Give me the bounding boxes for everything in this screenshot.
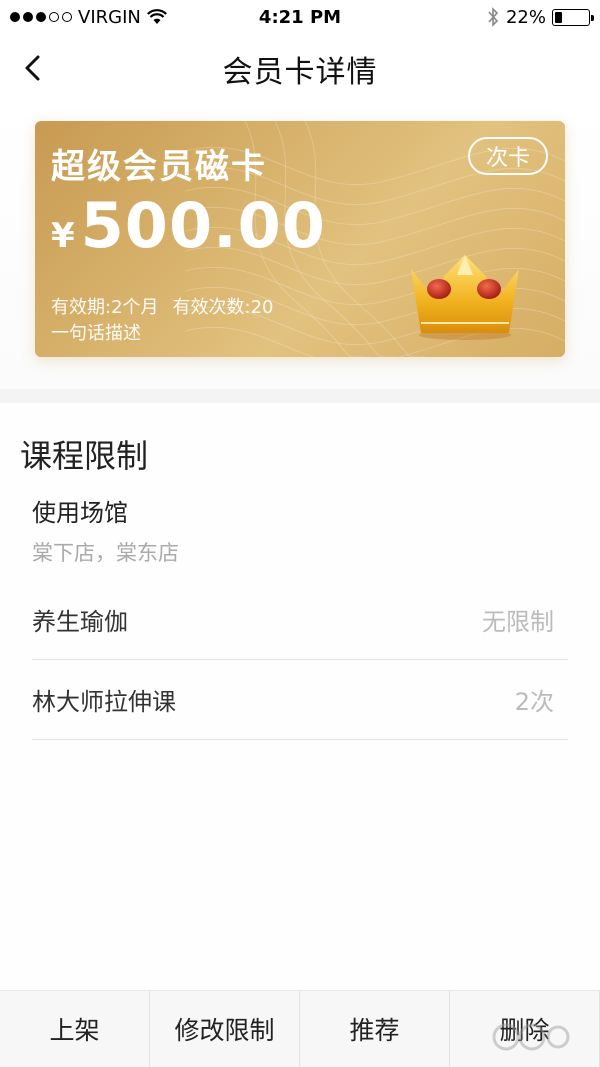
card-description: 一句话描述 <box>51 323 141 344</box>
validity-text: 有效期:2个月 <box>51 297 159 318</box>
wifi-icon <box>146 9 167 24</box>
course-limit: 2次 <box>514 688 554 716</box>
card-price: ¥ 500.00 <box>51 189 326 262</box>
section-divider <box>0 389 600 403</box>
card-type-badge: 次卡 <box>468 137 548 175</box>
course-restrictions: 课程限制 使用场馆 棠下店，棠东店 养生瑜伽 无限制 林大师拉伸课 2次 <box>0 403 600 990</box>
section-title: 课程限制 <box>20 437 149 475</box>
back-button[interactable] <box>10 46 54 90</box>
currency-symbol: ¥ <box>51 216 75 256</box>
list-button[interactable]: 上架 <box>0 991 150 1067</box>
card-area: 超级会员磁卡 次卡 ¥ 500.00 有效期:2个月 有效次数:20 一句话描述 <box>0 104 600 389</box>
course-row[interactable]: 养生瑜伽 无限制 <box>32 580 568 660</box>
card-meta: 有效期:2个月 有效次数:20 一句话描述 <box>51 295 274 347</box>
chevron-left-icon <box>25 55 40 81</box>
status-bar: VIRGIN 4:21 PM 22% <box>0 0 600 34</box>
venue-value: 棠下店，棠东店 <box>32 541 179 565</box>
bottom-toolbar: 上架 修改限制 推荐 删除 <box>0 990 600 1067</box>
course-limit: 无限制 <box>482 608 554 636</box>
times-text: 有效次数:20 <box>172 297 274 318</box>
bluetooth-icon <box>488 7 499 27</box>
nav-bar: 会员卡详情 <box>0 34 600 104</box>
battery-percent: 22% <box>505 6 546 28</box>
course-name: 养生瑜伽 <box>32 608 128 636</box>
battery-fill <box>555 11 563 23</box>
member-card[interactable]: 超级会员磁卡 次卡 ¥ 500.00 有效期:2个月 有效次数:20 一句话描述 <box>35 121 565 357</box>
battery-icon <box>552 8 594 26</box>
page-title: 会员卡详情 <box>222 55 378 90</box>
signal-dots-icon <box>10 12 72 22</box>
status-left: VIRGIN <box>10 7 167 28</box>
edit-limit-button[interactable]: 修改限制 <box>150 991 300 1067</box>
status-right: 22% <box>486 6 594 28</box>
price-value: 500.00 <box>80 189 326 262</box>
recommend-button[interactable]: 推荐 <box>300 991 450 1067</box>
card-name: 超级会员磁卡 <box>51 147 267 187</box>
crown-icon <box>411 255 519 340</box>
carrier-label: VIRGIN <box>78 6 141 28</box>
course-name: 林大师拉伸课 <box>32 688 176 716</box>
watermark-logo <box>492 1023 570 1051</box>
venue-label: 使用场馆 <box>32 499 128 527</box>
course-row[interactable]: 林大师拉伸课 2次 <box>32 660 568 740</box>
